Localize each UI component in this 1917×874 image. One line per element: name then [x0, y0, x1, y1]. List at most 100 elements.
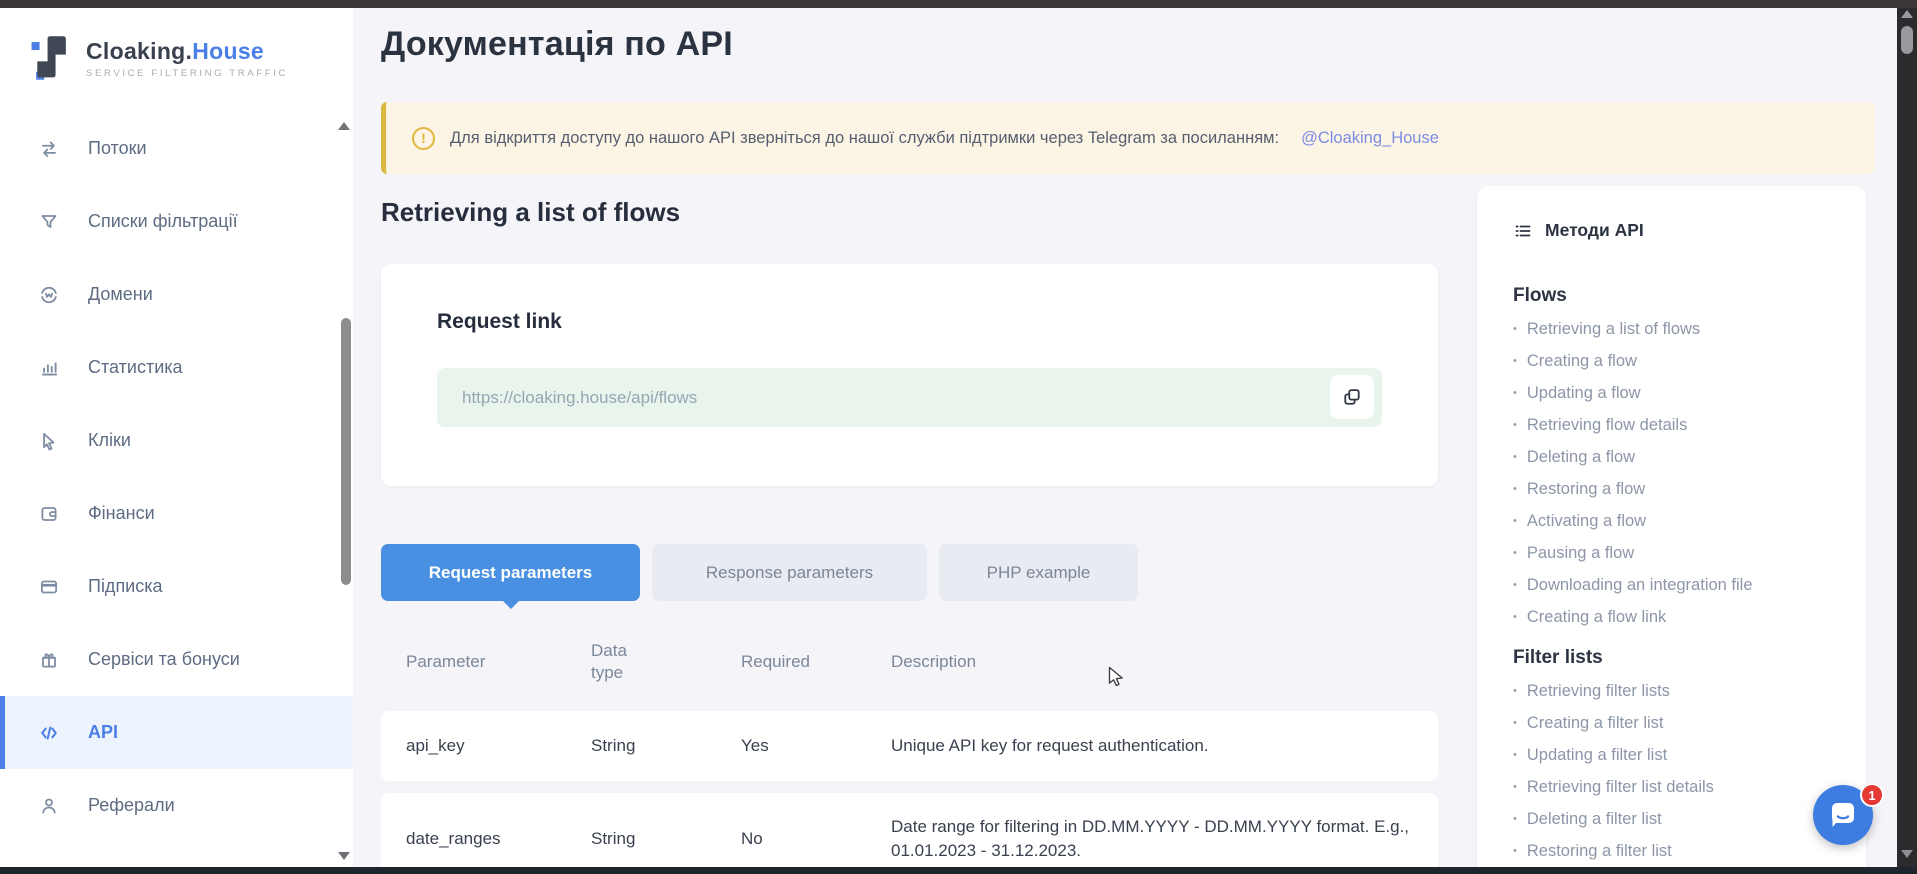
scrollbar-thumb[interactable] [1901, 26, 1913, 54]
table-header: Parameter Data type Required Description [381, 625, 1438, 699]
tab-request-parameters[interactable]: Request parameters [381, 544, 640, 601]
logo-text: Cloaking.House SERVICE FILTERING TRAFFIC [86, 38, 288, 79]
flows-method-list: Retrieving a list of flows Creating a fl… [1513, 313, 1840, 633]
sidebar-item-clicks[interactable]: Кліки [0, 404, 353, 477]
copy-icon [1341, 386, 1363, 408]
request-link-card: Request link https://cloaking.house/api/… [381, 264, 1438, 486]
filter-lists-icon [38, 211, 60, 233]
telegram-link[interactable]: @Cloaking_House [1301, 129, 1439, 148]
sidebar-scrollbar-thumb[interactable] [341, 318, 351, 585]
api-icon [38, 722, 60, 744]
clicks-icon [38, 430, 60, 452]
table-row: date_ranges String No Date range for fil… [381, 793, 1438, 867]
method-link[interactable]: Creating a flow link [1513, 601, 1840, 633]
tab-response-parameters[interactable]: Response parameters [652, 544, 927, 601]
methods-section-flows: Flows [1513, 285, 1840, 307]
sidebar-item-label: Домени [88, 284, 153, 305]
subscription-icon [38, 576, 60, 598]
sidebar-item-finance[interactable]: Фінанси [0, 477, 353, 550]
method-link[interactable]: Deleting a filter list [1513, 803, 1840, 835]
methods-section-filter-lists: Filter lists [1513, 647, 1840, 669]
method-link[interactable]: Retrieving filter list details [1513, 771, 1840, 803]
logo-icon [30, 34, 72, 82]
method-link[interactable]: Deleting a flow [1513, 441, 1840, 473]
content-row: Retrieving a list of flows Request link … [381, 186, 1875, 867]
main-content: Документація по API ! Для відкриття дост… [353, 8, 1897, 867]
scroll-down-icon[interactable] [1901, 850, 1913, 858]
method-link[interactable]: Retrieving filter lists [1513, 675, 1840, 707]
sidebar: Cloaking.House SERVICE FILTERING TRAFFIC… [0, 8, 353, 867]
cell-description: Date range for filtering in DD.MM.YYYY -… [891, 815, 1418, 863]
sidebar-item-label: Фінанси [88, 503, 155, 524]
method-link[interactable]: Activating a flow [1513, 505, 1840, 537]
method-link[interactable]: Updating a filter list [1513, 739, 1840, 771]
scroll-up-icon[interactable] [1901, 10, 1913, 18]
method-link[interactable]: Creating a filter list [1513, 707, 1840, 739]
method-link[interactable]: Restoring a filter list [1513, 835, 1840, 867]
table-row: api_key String Yes Unique API key for re… [381, 711, 1438, 781]
mouse-cursor [1108, 666, 1125, 689]
banner-text: Для відкриття доступу до нашого API звер… [450, 129, 1279, 148]
filter-lists-method-list: Retrieving filter lists Creating a filte… [1513, 675, 1840, 867]
services-bonuses-icon [38, 649, 60, 671]
sidebar-item-filter-lists[interactable]: Списки фільтрації [0, 185, 353, 258]
sidebar-item-api[interactable]: API [0, 696, 353, 769]
sidebar-item-label: Потоки [88, 138, 147, 159]
col-data-type: Data type [591, 640, 641, 684]
cell-description: Unique API key for request authenticatio… [891, 734, 1418, 758]
sidebar-item-flows[interactable]: Потоки [0, 112, 353, 185]
cell-data-type: String [591, 829, 741, 849]
sidebar-item-label: Списки фільтрації [88, 211, 238, 232]
col-parameter: Parameter [406, 652, 591, 672]
col-required: Required [741, 652, 891, 672]
method-section-title: Retrieving a list of flows [381, 186, 1438, 228]
method-link[interactable]: Creating a flow [1513, 345, 1840, 377]
request-link-title: Request link [437, 310, 1382, 334]
flows-icon [38, 138, 60, 160]
sidebar-nav: Потоки Списки фільтрації Домени Статисти… [0, 112, 353, 842]
request-url: https://cloaking.house/api/flows [462, 388, 697, 408]
browser-scrollbar[interactable] [1897, 0, 1917, 874]
method-link[interactable]: Downloading an integration file [1513, 569, 1840, 601]
cell-parameter: api_key [406, 736, 591, 756]
api-access-banner: ! Для відкриття доступу до нашого API зв… [381, 102, 1875, 174]
browser-top-edge [0, 0, 1917, 8]
sidebar-item-label: Кліки [88, 430, 131, 451]
sidebar-item-domains[interactable]: Домени [0, 258, 353, 331]
page-title: Документація по API [381, 22, 1875, 66]
sidebar-item-services-bonuses[interactable]: Сервіси та бонуси [0, 623, 353, 696]
sidebar-scroll-up-icon[interactable] [338, 122, 350, 130]
doc-column: Retrieving a list of flows Request link … [381, 186, 1438, 867]
parameter-tabs: Request parameters Response parameters P… [381, 544, 1438, 601]
api-methods-title: Методи API [1545, 220, 1644, 241]
logo[interactable]: Cloaking.House SERVICE FILTERING TRAFFIC [0, 8, 353, 82]
sidebar-item-subscription[interactable]: Підписка [0, 550, 353, 623]
domains-icon [38, 284, 60, 306]
cell-parameter: date_ranges [406, 829, 591, 849]
sidebar-item-statistics[interactable]: Статистика [0, 331, 353, 404]
copy-url-button[interactable] [1330, 375, 1374, 419]
request-url-field[interactable]: https://cloaking.house/api/flows [437, 368, 1382, 427]
cell-data-type: String [591, 736, 741, 756]
sidebar-scroll-down-icon[interactable] [338, 852, 350, 860]
method-link[interactable]: Retrieving flow details [1513, 409, 1840, 441]
method-link[interactable]: Restoring a flow [1513, 473, 1840, 505]
cell-required: No [741, 829, 891, 849]
logo-tagline: SERVICE FILTERING TRAFFIC [86, 68, 288, 79]
statistics-icon [38, 357, 60, 379]
brand-name: Cloaking.House [86, 38, 264, 64]
chat-bubble-icon [1827, 799, 1859, 831]
method-link[interactable]: Pausing a flow [1513, 537, 1840, 569]
warning-icon: ! [412, 127, 435, 150]
sidebar-item-label: Сервіси та бонуси [88, 649, 240, 670]
method-link[interactable]: Retrieving a list of flows [1513, 313, 1840, 345]
sidebar-item-label: API [88, 722, 118, 743]
chat-unread-badge: 1 [1860, 783, 1884, 807]
browser-bottom-edge [0, 867, 1917, 874]
finance-icon [38, 503, 60, 525]
tab-php-example[interactable]: PHP example [939, 544, 1138, 601]
method-link[interactable]: Updating a flow [1513, 377, 1840, 409]
sidebar-item-label: Статистика [88, 357, 183, 378]
cell-required: Yes [741, 736, 891, 756]
sidebar-item-referrals[interactable]: Реферали [0, 769, 353, 842]
